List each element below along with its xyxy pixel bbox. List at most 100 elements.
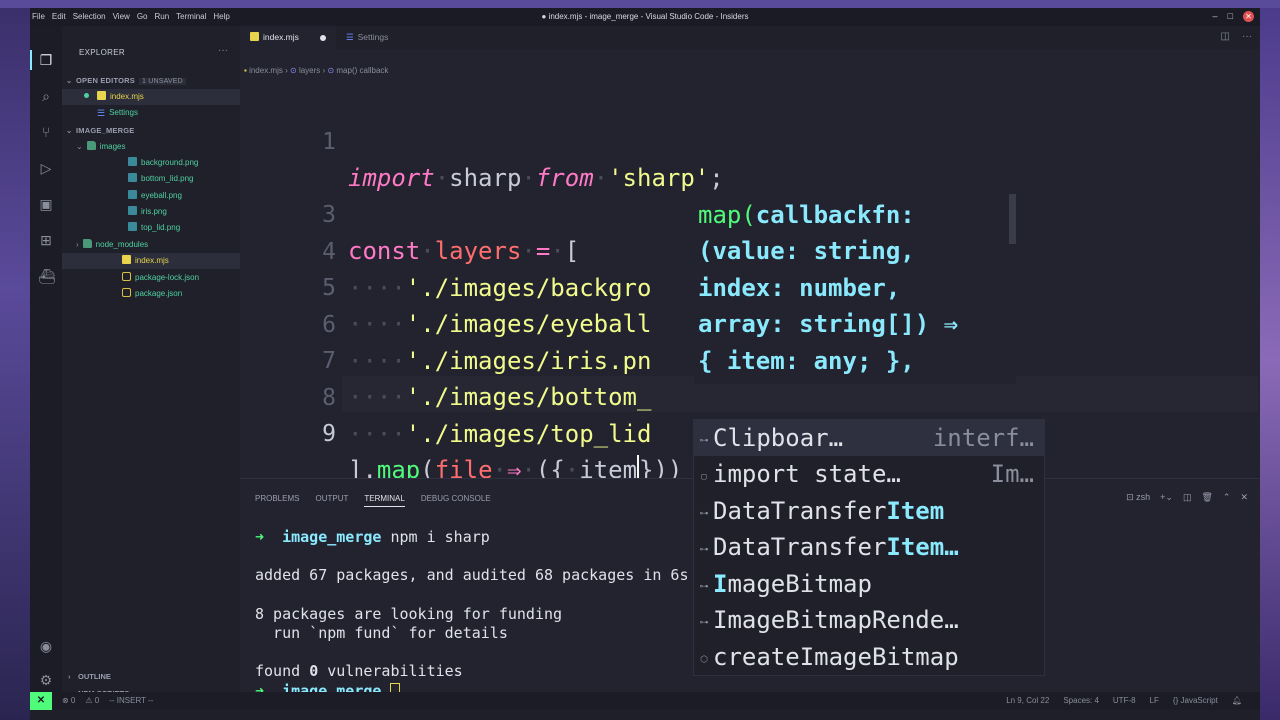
desktop-top [0, 0, 1280, 8]
suggestion-label: Clipboar… [713, 424, 844, 452]
cursor-position[interactable]: Ln 9, Col 22 [1006, 696, 1049, 705]
more-actions-icon[interactable]: ··· [1242, 31, 1252, 42]
hint-function: map( [698, 201, 756, 229]
explorer-icon[interactable]: ❐ [38, 52, 54, 68]
variable-icon: ⊶ [699, 582, 709, 592]
maximize-button[interactable]: □ [1228, 11, 1233, 22]
file-item[interactable]: eyeball.png [62, 188, 240, 204]
language-mode[interactable]: {} JavaScript [1173, 696, 1218, 705]
suggestion-item[interactable]: ⊶ Clipboar… interf… [694, 420, 1044, 456]
code-line-3[interactable]: 3 const·layers·=·[ [240, 161, 1260, 265]
source-control-icon[interactable]: ⑂ [38, 124, 54, 140]
terminal-command: npm i sharp [390, 528, 490, 546]
file-label: top_lid.png [141, 223, 181, 232]
tab-index-mjs[interactable]: index.mjs [240, 26, 336, 49]
function-icon: ⊙ [327, 66, 335, 75]
file-item[interactable]: background.png [62, 155, 240, 171]
folder-images[interactable]: ⌄ images [62, 139, 240, 155]
js-file-icon [97, 91, 106, 100]
docker-icon[interactable]: ⛴ [38, 268, 56, 284]
settings-gear-icon[interactable]: ⚙ [38, 672, 54, 688]
split-editor-icon[interactable]: ◫ [1221, 31, 1230, 42]
indentation[interactable]: Spaces: 4 [1063, 696, 1099, 705]
warnings-count[interactable]: ⚠ 0 [85, 696, 99, 705]
file-label: index.mjs [135, 256, 169, 265]
more-actions-icon[interactable]: ··· [218, 45, 228, 56]
file-label: eyeball.png [141, 191, 182, 200]
hint-scrollbar[interactable] [1009, 194, 1016, 244]
settings-file-icon: ☰ [97, 108, 106, 118]
line-ending[interactable]: LF [1150, 696, 1159, 705]
code-line-1[interactable]: 1 import·sharp·from·'sharp'; [240, 88, 1260, 192]
json-file-icon [122, 288, 131, 297]
tab-debug-console[interactable]: DEBUG CONSOLE [421, 494, 491, 507]
suggestion-label: DataTransfer [713, 533, 887, 561]
outline-section[interactable]: › OUTLINE [68, 672, 111, 681]
notifications-bell-icon[interactable]: 🔔︎ [1232, 696, 1242, 705]
account-icon[interactable]: ◉ [38, 638, 54, 654]
vim-mode: -- INSERT -- [109, 696, 154, 705]
tab-output[interactable]: OUTPUT [315, 494, 348, 507]
breadcrumb-symbol[interactable]: layers [299, 66, 320, 75]
modified-dot-icon [84, 93, 89, 98]
file-item[interactable]: top_lid.png [62, 220, 240, 236]
remote-indicator[interactable]: ✕ [30, 692, 52, 710]
split-terminal-icon[interactable]: ◫ [1183, 492, 1192, 503]
title-bar: File Edit Selection View Go Run Terminal… [30, 8, 1260, 26]
suggestion-item[interactable]: ⊶ ImageBitmap [694, 566, 1044, 602]
suggestion-widget: ⊶ Clipboar… interf… ▢ import state… Im… ⊶ Dat… [693, 419, 1045, 676]
add-terminal-icon[interactable]: +⌄ [1160, 492, 1173, 503]
tab-settings[interactable]: ☰ Settings [336, 26, 416, 49]
suggestion-item[interactable]: ▢ import state… Im… [694, 456, 1044, 492]
file-item-selected[interactable]: index.mjs [62, 253, 240, 269]
js-file-icon [122, 255, 131, 264]
remote-explorer-icon[interactable]: ▣ [38, 196, 54, 212]
search-icon[interactable]: ⌕ [38, 88, 54, 104]
run-debug-icon[interactable]: ▷ [38, 160, 54, 176]
window-controls: – □ ✕ [1213, 11, 1254, 22]
unsaved-dot-icon[interactable] [320, 35, 326, 41]
open-editors-header[interactable]: ⌄ OPEN EDITORS 1 UNSAVED [66, 76, 186, 85]
terminal-selector[interactable]: ⊡ zsh [1126, 492, 1150, 503]
minimize-button[interactable]: – [1213, 11, 1218, 22]
folder-node-modules[interactable]: › node_modules [62, 237, 240, 253]
tab-problems[interactable]: PROBLEMS [255, 494, 299, 507]
folder-label: node_modules [95, 240, 149, 249]
variable-icon: ⊙ [290, 66, 297, 75]
hint-row: (value: string, [698, 237, 915, 265]
terminal-output[interactable]: ➜ image_merge npm i sharp added 67 packa… [255, 527, 688, 700]
file-item[interactable]: iris.png [62, 204, 240, 220]
project-header[interactable]: ⌄ IMAGE_MERGE [66, 126, 134, 135]
open-editor-index[interactable]: index.mjs [62, 89, 240, 105]
file-label: bottom_lid.png [141, 174, 194, 183]
line-number: 1 [322, 129, 336, 155]
suggestion-item[interactable]: ⊶ DataTransferItem… [694, 529, 1044, 565]
errors-count[interactable]: ⊗ 0 [62, 696, 75, 705]
file-item[interactable]: package-lock.json [62, 270, 240, 286]
code-line-9[interactable]: 9 ].map(file·⇒·({·item})) [240, 380, 1260, 484]
js-file-icon: ▪ [244, 66, 247, 75]
close-window-button[interactable]: ✕ [1243, 11, 1254, 22]
encoding[interactable]: UTF-8 [1113, 696, 1136, 705]
maximize-panel-icon[interactable]: ⌃ [1223, 492, 1231, 503]
breadcrumb-separator: › [322, 66, 326, 75]
file-item[interactable]: bottom_lid.png [62, 171, 240, 187]
suggestion-label: createImageBitmap [713, 643, 959, 671]
close-panel-icon[interactable]: ✕ [1240, 492, 1248, 503]
breadcrumb-symbol[interactable]: map() callback [336, 66, 388, 75]
variable-icon: ⊶ [699, 618, 709, 628]
suggestion-item[interactable]: ⬡ createImageBitmap [694, 639, 1044, 675]
extensions-icon[interactable]: ⊞ [38, 232, 54, 248]
open-editor-settings[interactable]: ☰ Settings [62, 105, 240, 121]
tab-terminal[interactable]: TERMINAL [364, 494, 405, 507]
parameter-hint-popup: map(callbackfn: (value: string, index: n… [694, 194, 1016, 384]
suggestion-label: import state… [713, 460, 901, 488]
suggestion-item[interactable]: ⊶ ImageBitmapRende… [694, 602, 1044, 638]
explorer-title: EXPLORER [79, 48, 125, 57]
suggestion-item[interactable]: ⊶ DataTransferItem [694, 493, 1044, 529]
suggestion-detail: Im… [990, 460, 1034, 488]
breadcrumb-file[interactable]: index.mjs [249, 66, 283, 75]
status-right: Ln 9, Col 22 Spaces: 4 UTF-8 LF {} JavaS… [1006, 696, 1242, 705]
file-item[interactable]: package.json [62, 286, 240, 302]
trash-icon[interactable]: 🗑 [1201, 492, 1212, 503]
